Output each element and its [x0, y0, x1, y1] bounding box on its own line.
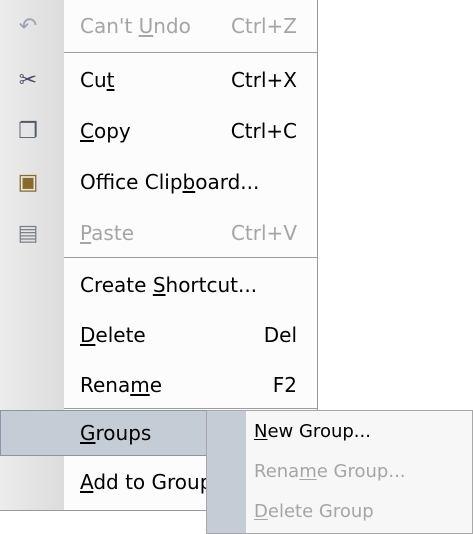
menu-item-cut[interactable]: ✂ Cut Ctrl+X	[0, 54, 317, 105]
menu-item-label: Delete	[80, 323, 146, 347]
menu-item-paste[interactable]: ▤ Paste Ctrl+V	[0, 207, 317, 258]
menu-item-copy[interactable]: ❐ Copy Ctrl+C	[0, 105, 317, 156]
undo-icon: ↶	[18, 13, 38, 39]
menu-item-label: Groups	[80, 421, 152, 445]
menu-item-cant-undo[interactable]: ↶ Can't Undo Ctrl+Z	[0, 0, 317, 51]
paste-icon: ▤	[17, 220, 39, 246]
submenu-item-delete-group[interactable]: Delete Group	[207, 493, 472, 533]
menu-item-label: Create Shortcut...	[80, 273, 258, 297]
submenu-item-new-group[interactable]: New Group...	[207, 413, 472, 453]
menu-item-label: Paste	[80, 221, 134, 245]
copy-icon: ❐	[18, 118, 38, 144]
menu-separator	[64, 52, 317, 53]
menu-item-delete[interactable]: Delete Del	[0, 309, 317, 360]
menu-item-label: Office Clipboard...	[80, 170, 260, 194]
menu-item-label: Can't Undo	[80, 14, 191, 38]
groups-submenu: New Group... Rename Group... Delete Grou…	[206, 410, 473, 534]
menu-item-label: Copy	[80, 119, 131, 143]
menu-item-label: Add to Group	[80, 470, 213, 494]
menu-item-office-clipboard[interactable]: ▣ Office Clipboard...	[0, 156, 317, 207]
shortcut-label: Ctrl+V	[230, 221, 297, 245]
menu-separator	[64, 257, 317, 258]
submenu-item-label: Delete Group	[254, 501, 374, 522]
submenu-item-label: New Group...	[254, 421, 371, 442]
menu-item-create-shortcut[interactable]: Create Shortcut...	[0, 259, 317, 310]
scissors-icon: ✂	[18, 67, 38, 93]
submenu-item-label: Rename Group...	[254, 461, 406, 482]
shortcut-label: Ctrl+X	[230, 68, 297, 92]
shortcut-label: Ctrl+Z	[230, 14, 297, 38]
shortcut-label: Del	[263, 323, 297, 347]
shortcut-label: Ctrl+C	[230, 119, 297, 143]
menu-item-rename[interactable]: Rename F2	[0, 359, 317, 410]
menu-item-label: Rename	[80, 373, 163, 397]
menu-separator	[64, 408, 317, 409]
menu-item-label: Cut	[80, 68, 115, 92]
submenu-item-rename-group[interactable]: Rename Group...	[207, 453, 472, 493]
shortcut-label: F2	[272, 373, 297, 397]
clipboard-icon: ▣	[17, 169, 39, 195]
